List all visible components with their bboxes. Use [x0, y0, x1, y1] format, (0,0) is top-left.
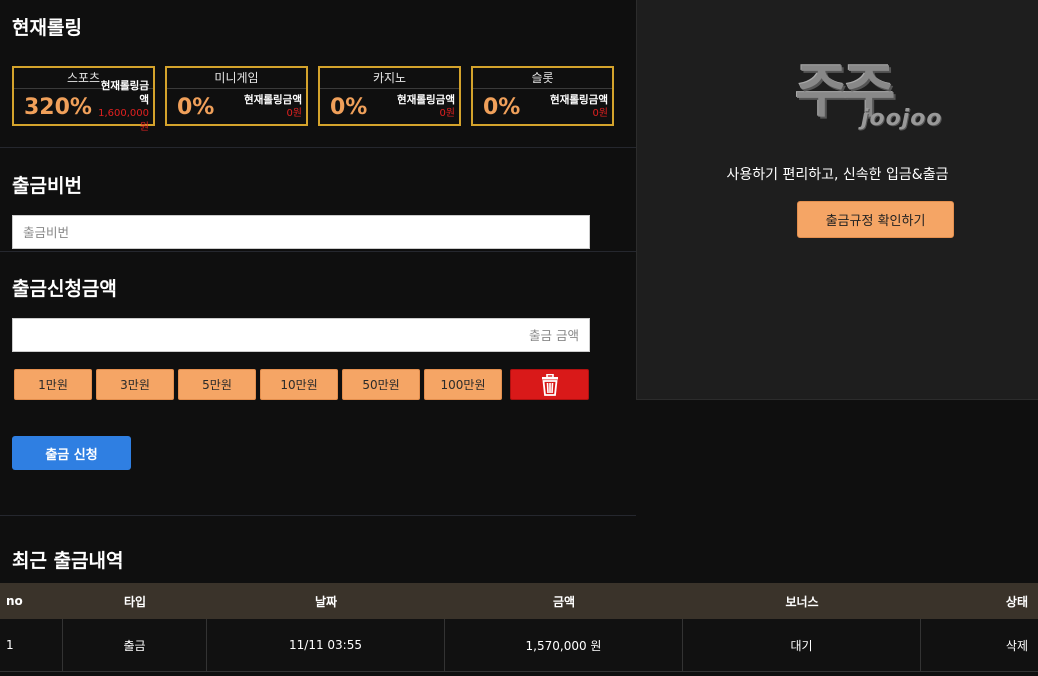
section-divider — [0, 251, 636, 252]
withdraw-amount-input[interactable] — [12, 318, 590, 352]
panel-tagline: 사용하기 편리하고, 신속한 입금&출금 — [726, 167, 949, 183]
amount-100k-button[interactable]: 10만원 — [260, 369, 338, 400]
section-divider — [0, 147, 636, 148]
amount-title: 출금신청금액 — [12, 278, 117, 300]
rolling-percent: 320% — [24, 94, 92, 120]
rolling-amount-label: 현재롤링금액 — [550, 94, 608, 106]
table-row: 1 출금 11/11 03:55 1,570,000 원 대기 삭제 — [0, 619, 1038, 672]
column-header-date: 날짜 — [314, 594, 338, 609]
info-panel: 주주 joojoo 사용하기 편리하고, 신속한 입금&출금 출금규정 확인하기 — [636, 0, 1038, 400]
rolling-title: 현재롤링 — [12, 17, 82, 39]
rolling-card-minigame: 미니게임 0% 현재롤링금액 0원 — [165, 66, 308, 126]
section-divider — [0, 515, 636, 516]
rolling-amount-label: 현재롤링금액 — [244, 94, 302, 106]
trash-icon — [541, 373, 558, 396]
amount-50k-button[interactable]: 5만원 — [178, 369, 256, 400]
cell-bonus: 대기 — [683, 619, 921, 671]
amount-preset-buttons: 1만원 3만원 5만원 10만원 50만원 100만원 — [14, 369, 589, 400]
amount-500k-button[interactable]: 50만원 — [342, 369, 420, 400]
column-header-status: 상태 — [1005, 594, 1028, 609]
column-header-no: no — [6, 594, 23, 608]
rolling-cards: 스포츠 320% 현재롤링금액 1,600,000원 미니게임 0% 현재롤링금… — [12, 66, 614, 133]
withdraw-submit-button[interactable]: 출금 신청 — [12, 436, 131, 470]
clear-amount-button[interactable] — [510, 369, 589, 400]
rolling-percent: 0% — [483, 94, 521, 120]
rolling-percent: 0% — [177, 94, 215, 120]
cell-amount: 1,570,000 원 — [445, 619, 683, 671]
column-header-bonus: 보너스 — [785, 594, 819, 609]
rolling-amount: 0원 — [592, 108, 608, 119]
column-header-type: 타입 — [123, 594, 147, 609]
amount-30k-button[interactable]: 3만원 — [96, 369, 174, 400]
rolling-card-sports: 스포츠 320% 현재롤링금액 1,600,000원 — [12, 66, 155, 133]
delete-button[interactable]: 삭제 — [921, 619, 1038, 671]
logo-sub-text: joojoo — [861, 106, 943, 131]
rolling-percent: 0% — [330, 94, 368, 120]
amount-10k-button[interactable]: 1만원 — [14, 369, 92, 400]
withdraw-password-input[interactable] — [12, 215, 590, 249]
withdraw-rules-button[interactable]: 출금규정 확인하기 — [797, 201, 954, 238]
rolling-amount-label: 현재롤링금액 — [397, 94, 455, 106]
withdraw-history-table: no 타입 날짜 금액 보너스 상태 1 출금 11/11 03:55 1,57… — [0, 583, 1038, 672]
joojoo-logo: 주주 joojoo — [795, 48, 959, 144]
rolling-amount-label: 현재롤링금액 — [100, 80, 149, 106]
rolling-card-title: 카지노 — [320, 68, 459, 89]
table-header: no 타입 날짜 금액 보너스 상태 — [0, 583, 1038, 619]
rolling-amount: 1,600,000원 — [98, 108, 149, 133]
column-header-amount: 금액 — [552, 594, 576, 609]
password-title: 출금비번 — [12, 175, 82, 197]
cell-type: 출금 — [63, 619, 207, 671]
rolling-amount: 0원 — [286, 108, 302, 119]
cell-no: 1 — [0, 619, 63, 671]
rolling-card-title: 미니게임 — [167, 68, 306, 89]
amount-1m-button[interactable]: 100만원 — [424, 369, 502, 400]
history-title: 최근 출금내역 — [12, 550, 124, 572]
rolling-card-casino: 카지노 0% 현재롤링금액 0원 — [318, 66, 461, 126]
rolling-amount: 0원 — [439, 108, 455, 119]
rolling-card-slot: 슬롯 0% 현재롤링금액 0원 — [471, 66, 614, 126]
cell-date: 11/11 03:55 — [207, 619, 445, 671]
rolling-card-title: 슬롯 — [473, 68, 612, 89]
